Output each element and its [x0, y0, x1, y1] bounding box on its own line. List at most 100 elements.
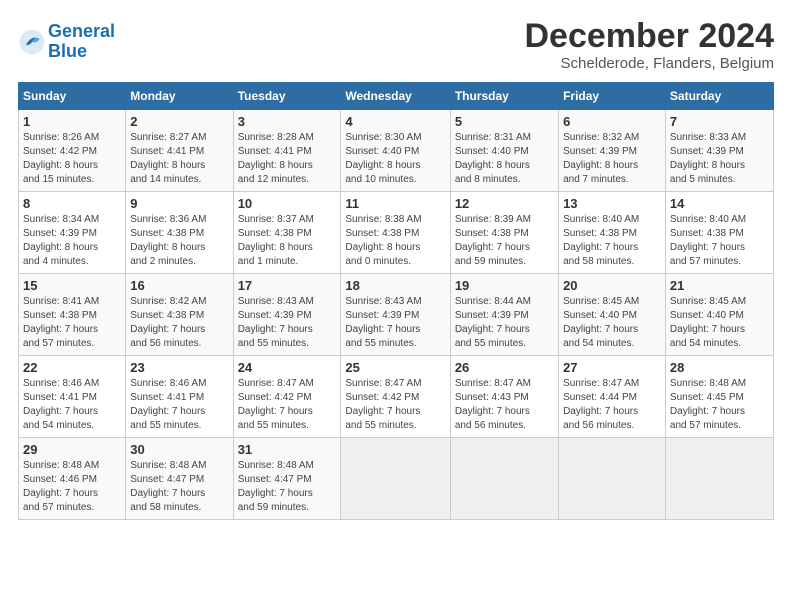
calendar-week-row: 29Sunrise: 8:48 AM Sunset: 4:46 PM Dayli… [19, 438, 774, 520]
calendar-cell: 16 Sunrise: 8:42 AM Sunset: 4:38 PM Dayli… [126, 274, 233, 356]
calendar-cell: 1Sunrise: 8:26 AM Sunset: 4:42 PM Daylig… [19, 110, 126, 192]
calendar-cell: 5 Sunrise: 8:31 AM Sunset: 4:40 PM Daylig… [450, 110, 558, 192]
day-number: 31 [238, 442, 337, 457]
day-number: 13 [563, 196, 661, 211]
day-number: 14 [670, 196, 769, 211]
calendar-cell: 11 Sunrise: 8:38 AM Sunset: 4:38 PM Dayli… [341, 192, 450, 274]
day-number: 21 [670, 278, 769, 293]
day-info: Sunrise: 8:36 AM Sunset: 4:38 PM Dayligh… [130, 213, 228, 269]
day-info: Sunrise: 8:28 AM Sunset: 4:41 PM Dayligh… [238, 131, 337, 187]
day-info: Sunrise: 8:30 AM Sunset: 4:40 PM Dayligh… [345, 131, 445, 187]
day-number: 12 [455, 196, 554, 211]
calendar-week-row: 15 Sunrise: 8:41 AM Sunset: 4:38 PM Dayli… [19, 274, 774, 356]
day-info: Sunrise: 8:46 AM Sunset: 4:41 PM Dayligh… [130, 377, 228, 433]
day-number: 7 [670, 114, 769, 129]
day-info: Sunrise: 8:31 AM Sunset: 4:40 PM Dayligh… [455, 131, 554, 187]
calendar-week-row: 1Sunrise: 8:26 AM Sunset: 4:42 PM Daylig… [19, 110, 774, 192]
logo-line1: General [48, 21, 115, 41]
calendar-cell: 20Sunrise: 8:45 AM Sunset: 4:40 PM Dayli… [559, 274, 666, 356]
day-info: Sunrise: 8:34 AM Sunset: 4:39 PM Dayligh… [23, 213, 121, 269]
col-saturday: Saturday [665, 83, 773, 110]
day-info: Sunrise: 8:48 AM Sunset: 4:47 PM Dayligh… [130, 459, 228, 515]
calendar-cell: 6Sunrise: 8:32 AM Sunset: 4:39 PM Daylig… [559, 110, 666, 192]
calendar-header: Sunday Monday Tuesday Wednesday Thursday… [19, 83, 774, 110]
day-number: 29 [23, 442, 121, 457]
day-info: Sunrise: 8:32 AM Sunset: 4:39 PM Dayligh… [563, 131, 661, 187]
calendar-cell: 23 Sunrise: 8:46 AM Sunset: 4:41 PM Dayli… [126, 356, 233, 438]
day-number: 10 [238, 196, 337, 211]
day-number: 2 [130, 114, 228, 129]
day-number: 30 [130, 442, 228, 457]
calendar-cell: 29Sunrise: 8:48 AM Sunset: 4:46 PM Dayli… [19, 438, 126, 520]
day-number: 27 [563, 360, 661, 375]
calendar-cell: 2Sunrise: 8:27 AM Sunset: 4:41 PM Daylig… [126, 110, 233, 192]
day-info: Sunrise: 8:47 AM Sunset: 4:42 PM Dayligh… [345, 377, 445, 433]
day-number: 11 [345, 196, 445, 211]
calendar-cell: 18Sunrise: 8:43 AM Sunset: 4:39 PM Dayli… [341, 274, 450, 356]
calendar-cell: 30 Sunrise: 8:48 AM Sunset: 4:47 PM Dayli… [126, 438, 233, 520]
calendar-cell: 14 Sunrise: 8:40 AM Sunset: 4:38 PM Dayli… [665, 192, 773, 274]
day-number: 4 [345, 114, 445, 129]
day-number: 25 [345, 360, 445, 375]
col-tuesday: Tuesday [233, 83, 341, 110]
day-info: Sunrise: 8:38 AM Sunset: 4:38 PM Dayligh… [345, 213, 445, 269]
day-info: Sunrise: 8:43 AM Sunset: 4:39 PM Dayligh… [238, 295, 337, 351]
logo-line2: Blue [48, 41, 87, 61]
calendar-cell: 26 Sunrise: 8:47 AM Sunset: 4:43 PM Dayli… [450, 356, 558, 438]
month-title: December 2024 [524, 18, 774, 55]
calendar-cell: 7 Sunrise: 8:33 AM Sunset: 4:39 PM Daylig… [665, 110, 773, 192]
calendar-cell: 15 Sunrise: 8:41 AM Sunset: 4:38 PM Dayli… [19, 274, 126, 356]
calendar-cell: 24 Sunrise: 8:47 AM Sunset: 4:42 PM Dayli… [233, 356, 341, 438]
day-info: Sunrise: 8:47 AM Sunset: 4:44 PM Dayligh… [563, 377, 661, 433]
calendar-cell [665, 438, 773, 520]
calendar-week-row: 22 Sunrise: 8:46 AM Sunset: 4:41 PM Dayli… [19, 356, 774, 438]
calendar-cell: 31 Sunrise: 8:48 AM Sunset: 4:47 PM Dayli… [233, 438, 341, 520]
calendar-cell: 19Sunrise: 8:44 AM Sunset: 4:39 PM Dayli… [450, 274, 558, 356]
day-number: 18 [345, 278, 445, 293]
day-info: Sunrise: 8:42 AM Sunset: 4:38 PM Dayligh… [130, 295, 228, 351]
calendar-cell: 3 Sunrise: 8:28 AM Sunset: 4:41 PM Daylig… [233, 110, 341, 192]
day-info: Sunrise: 8:45 AM Sunset: 4:40 PM Dayligh… [563, 295, 661, 351]
day-number: 8 [23, 196, 121, 211]
day-info: Sunrise: 8:40 AM Sunset: 4:38 PM Dayligh… [670, 213, 769, 269]
day-number: 23 [130, 360, 228, 375]
day-number: 22 [23, 360, 121, 375]
calendar-cell: 13Sunrise: 8:40 AM Sunset: 4:38 PM Dayli… [559, 192, 666, 274]
day-number: 24 [238, 360, 337, 375]
day-number: 15 [23, 278, 121, 293]
day-info: Sunrise: 8:46 AM Sunset: 4:41 PM Dayligh… [23, 377, 121, 433]
logo-text: General Blue [48, 22, 115, 62]
calendar-week-row: 8 Sunrise: 8:34 AM Sunset: 4:39 PM Daylig… [19, 192, 774, 274]
day-number: 1 [23, 114, 121, 129]
calendar-cell: 10Sunrise: 8:37 AM Sunset: 4:38 PM Dayli… [233, 192, 341, 274]
day-info: Sunrise: 8:45 AM Sunset: 4:40 PM Dayligh… [670, 295, 769, 351]
logo-icon [18, 28, 46, 56]
header: General Blue December 2024 Schelderode, … [18, 18, 774, 72]
day-number: 5 [455, 114, 554, 129]
calendar-body: 1Sunrise: 8:26 AM Sunset: 4:42 PM Daylig… [19, 110, 774, 520]
calendar-cell [559, 438, 666, 520]
logo: General Blue [18, 22, 115, 62]
calendar-cell: 28Sunrise: 8:48 AM Sunset: 4:45 PM Dayli… [665, 356, 773, 438]
day-info: Sunrise: 8:41 AM Sunset: 4:38 PM Dayligh… [23, 295, 121, 351]
day-info: Sunrise: 8:47 AM Sunset: 4:43 PM Dayligh… [455, 377, 554, 433]
col-sunday: Sunday [19, 83, 126, 110]
page: General Blue December 2024 Schelderode, … [0, 0, 792, 530]
day-number: 26 [455, 360, 554, 375]
header-row: Sunday Monday Tuesday Wednesday Thursday… [19, 83, 774, 110]
day-info: Sunrise: 8:47 AM Sunset: 4:42 PM Dayligh… [238, 377, 337, 433]
day-number: 19 [455, 278, 554, 293]
col-friday: Friday [559, 83, 666, 110]
day-number: 16 [130, 278, 228, 293]
day-info: Sunrise: 8:33 AM Sunset: 4:39 PM Dayligh… [670, 131, 769, 187]
calendar-cell: 17 Sunrise: 8:43 AM Sunset: 4:39 PM Dayli… [233, 274, 341, 356]
calendar-cell: 8 Sunrise: 8:34 AM Sunset: 4:39 PM Daylig… [19, 192, 126, 274]
col-wednesday: Wednesday [341, 83, 450, 110]
location-title: Schelderode, Flanders, Belgium [524, 55, 774, 72]
day-number: 3 [238, 114, 337, 129]
calendar-cell [450, 438, 558, 520]
calendar-cell: 4 Sunrise: 8:30 AM Sunset: 4:40 PM Daylig… [341, 110, 450, 192]
col-thursday: Thursday [450, 83, 558, 110]
day-info: Sunrise: 8:48 AM Sunset: 4:47 PM Dayligh… [238, 459, 337, 515]
day-number: 17 [238, 278, 337, 293]
